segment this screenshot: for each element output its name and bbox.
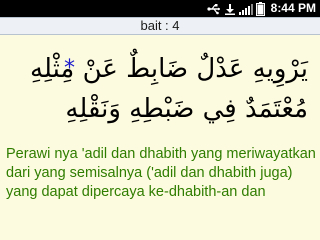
star-marker: * [64,56,75,81]
battery-icon [255,0,265,17]
arabic-verse-line-2: مُعْتَمَدٌ فِي ضَبْطِهِ وَنَقْلِهِ [65,94,308,124]
title-bar: bait : 4 [0,17,320,35]
arabic-verse-line-1: يَرْوِيهِ عَدْلٌ ضَابِطٌ عَنْ مِثْلِهِ [30,54,308,84]
signal-icon [238,0,253,17]
usb-icon [207,0,221,17]
bait-content: يَرْوِيهِ عَدْلٌ ضَابِطٌ عَنْ مِثْلِهِ *… [0,35,320,240]
status-bar: 8:44 PM [0,0,320,17]
translation-text: Perawi nya 'adil dan dhabith yang meriwa… [6,146,316,200]
status-time: 8:44 PM [270,1,316,15]
page-title: bait : 4 [140,18,180,33]
download-icon [224,0,236,17]
